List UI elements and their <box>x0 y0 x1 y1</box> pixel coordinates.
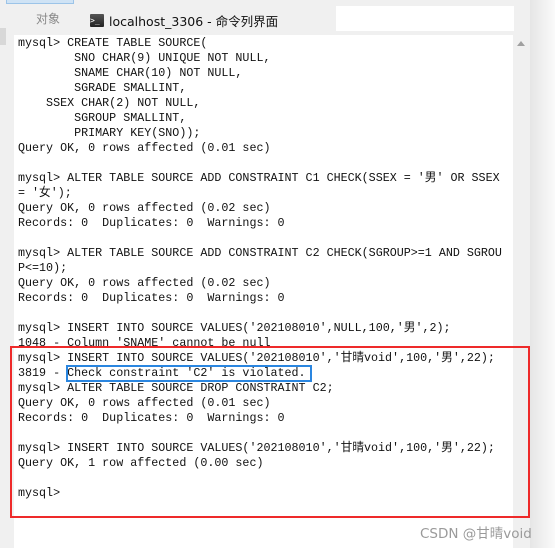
scroll-up-arrow-icon[interactable] <box>517 41 525 46</box>
terminal-line: P<=10); <box>18 261 68 275</box>
right-pane <box>530 0 555 548</box>
terminal-line: Query OK, 0 rows affected (0.01 sec) <box>18 141 271 155</box>
terminal-line: SSEX CHAR(2) NOT NULL, <box>18 96 201 110</box>
terminal-line: PRIMARY KEY(SNO)); <box>18 126 201 140</box>
top-tab-strip <box>6 0 74 4</box>
terminal-icon: >_ <box>90 13 104 27</box>
terminal-line: Query OK, 0 rows affected (0.02 sec) <box>18 276 271 290</box>
tab-console-label: localhost_3306 - 命令列界面 <box>109 13 279 29</box>
terminal-line: SGROUP SMALLINT, <box>18 111 187 125</box>
terminal-line: Records: 0 Duplicates: 0 Warnings: 0 <box>18 216 285 230</box>
terminal-line: SNO CHAR(9) UNIQUE NOT NULL, <box>18 51 271 65</box>
terminal-line: SGRADE SMALLINT, <box>18 81 187 95</box>
tab-bar-empty <box>336 6 514 31</box>
watermark: CSDN @甘晴void <box>420 526 532 542</box>
blue-highlight-box <box>66 365 312 382</box>
left-gutter <box>0 28 6 45</box>
terminal-line: mysql> INSERT INTO SOURCE VALUES('202108… <box>18 321 451 335</box>
terminal-line: = '女'); <box>18 186 72 200</box>
terminal-line: mysql> ALTER TABLE SOURCE ADD CONSTRAINT… <box>18 171 500 185</box>
terminal-line: mysql> ALTER TABLE SOURCE ADD CONSTRAINT… <box>18 246 502 260</box>
terminal-line: Query OK, 0 rows affected (0.02 sec) <box>18 201 271 215</box>
terminal-line: Records: 0 Duplicates: 0 Warnings: 0 <box>18 291 285 305</box>
tab-bar: 对象 >_ localhost_3306 - 命令列界面 <box>14 6 514 34</box>
terminal-line: mysql> CREATE TABLE SOURCE( <box>18 36 208 50</box>
terminal-line: SNAME CHAR(10) NOT NULL, <box>18 66 243 80</box>
tab-objects[interactable]: 对象 <box>36 10 60 27</box>
tab-console[interactable]: >_ localhost_3306 - 命令列界面 <box>82 6 330 34</box>
